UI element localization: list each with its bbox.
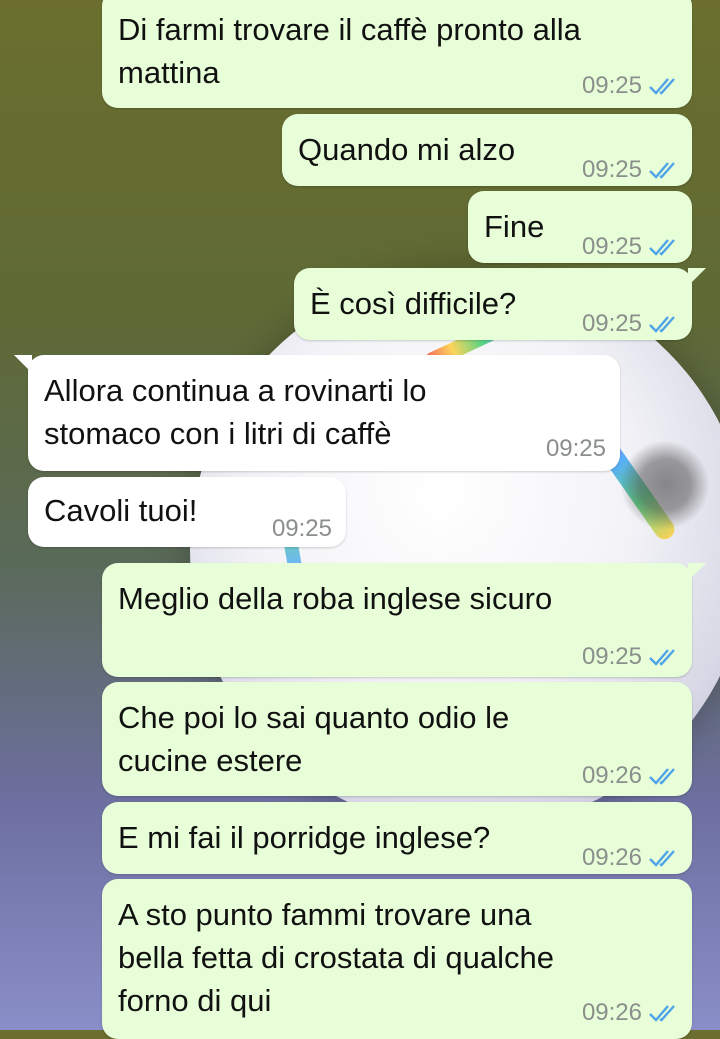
message-line: stomaco con i litri di caffè	[44, 416, 392, 451]
message-text: Meglio della roba inglese sicuro	[118, 577, 552, 620]
message-text: Quando mi alzo	[298, 128, 515, 171]
message-line: cucine estere	[118, 743, 303, 778]
message-meta: 09:26	[582, 836, 678, 879]
message-time: 09:25	[581, 310, 642, 337]
bubble-tail	[688, 268, 706, 286]
message-bubble-outgoing[interactable]: Meglio della roba inglese sicuro 09:25	[102, 563, 706, 678]
message-bubble-outgoing[interactable]: Quando mi alzo 09:25	[282, 114, 692, 186]
message-line: Quando mi alzo	[298, 132, 516, 167]
message-time: 09:25	[545, 435, 606, 462]
message-bubble-outgoing[interactable]: A sto punto fammi trovare una bella fett…	[102, 879, 692, 1039]
message-bubble-outgoing[interactable]: Fine 09:25	[468, 191, 692, 263]
chat-message-list[interactable]: Di farmi trovare il caffè pronto alla ma…	[0, 0, 720, 1039]
message-meta: 09:25	[582, 64, 678, 107]
message-text: Che poi lo sai quanto odio le cucine est…	[118, 696, 509, 782]
message-bubble-outgoing[interactable]: Che poi lo sai quanto odio le cucine est…	[102, 682, 692, 796]
bubble-tail	[688, 563, 706, 581]
message-meta: 09:25	[546, 427, 606, 470]
message-time: 09:26	[581, 999, 642, 1026]
message-line: A sto punto fammi trovare una	[118, 897, 532, 932]
message-bubble-incoming[interactable]: Cavoli tuoi! 09:25	[28, 477, 346, 547]
message-text: È così difficile?	[310, 282, 516, 325]
read-ticks-icon	[649, 315, 675, 333]
message-time: 09:25	[581, 643, 642, 670]
read-ticks-icon	[649, 648, 675, 666]
message-line: Di farmi trovare il caffè pronto alla	[118, 12, 581, 47]
message-bubble-outgoing[interactable]: Di farmi trovare il caffè pronto alla ma…	[102, 0, 692, 108]
message-text: Di farmi trovare il caffè pronto alla ma…	[118, 8, 581, 94]
read-ticks-icon	[649, 849, 675, 867]
read-ticks-icon	[649, 77, 675, 95]
message-time: 09:25	[581, 72, 642, 99]
message-line: Cavoli tuoi!	[44, 493, 198, 528]
message-text: Cavoli tuoi!	[44, 489, 197, 532]
message-time: 09:26	[581, 762, 642, 789]
message-time: 09:25	[581, 233, 642, 260]
bubble-tail	[14, 355, 32, 373]
message-line: forno di qui	[118, 983, 272, 1018]
message-meta: 09:25	[582, 148, 678, 191]
message-meta: 09:25	[272, 507, 332, 550]
message-bubble-incoming[interactable]: Allora continua a rovinarti lo stomaco c…	[14, 355, 620, 471]
message-text: Fine	[484, 205, 544, 248]
message-line: E mi fai il porridge inglese?	[118, 820, 491, 855]
message-line: bella fetta di crostata di qualche	[118, 940, 554, 975]
message-line: mattina	[118, 55, 220, 90]
message-bubble-outgoing[interactable]: E mi fai il porridge inglese? 09:26	[102, 802, 692, 874]
message-text: E mi fai il porridge inglese?	[118, 816, 490, 859]
message-line: Allora continua a rovinarti lo	[44, 373, 427, 408]
message-time: 09:25	[581, 156, 642, 183]
read-ticks-icon	[649, 1004, 675, 1022]
message-meta: 09:25	[582, 225, 678, 268]
message-line: Fine	[484, 209, 545, 244]
message-time: 09:26	[581, 844, 642, 871]
message-meta: 09:25	[582, 302, 678, 345]
message-line: Che poi lo sai quanto odio le	[118, 700, 510, 735]
message-meta: 09:25	[582, 635, 678, 678]
message-line: Meglio della roba inglese sicuro	[118, 581, 553, 616]
message-line: È così difficile?	[310, 286, 517, 321]
message-text: Allora continua a rovinarti lo stomaco c…	[44, 369, 427, 455]
message-meta: 09:26	[582, 991, 678, 1034]
read-ticks-icon	[649, 238, 675, 256]
message-meta: 09:26	[582, 754, 678, 797]
message-text: A sto punto fammi trovare una bella fett…	[118, 893, 554, 1022]
message-time: 09:25	[271, 515, 332, 542]
read-ticks-icon	[649, 161, 675, 179]
read-ticks-icon	[649, 767, 675, 785]
message-bubble-outgoing[interactable]: È così difficile? 09:25	[294, 268, 706, 340]
